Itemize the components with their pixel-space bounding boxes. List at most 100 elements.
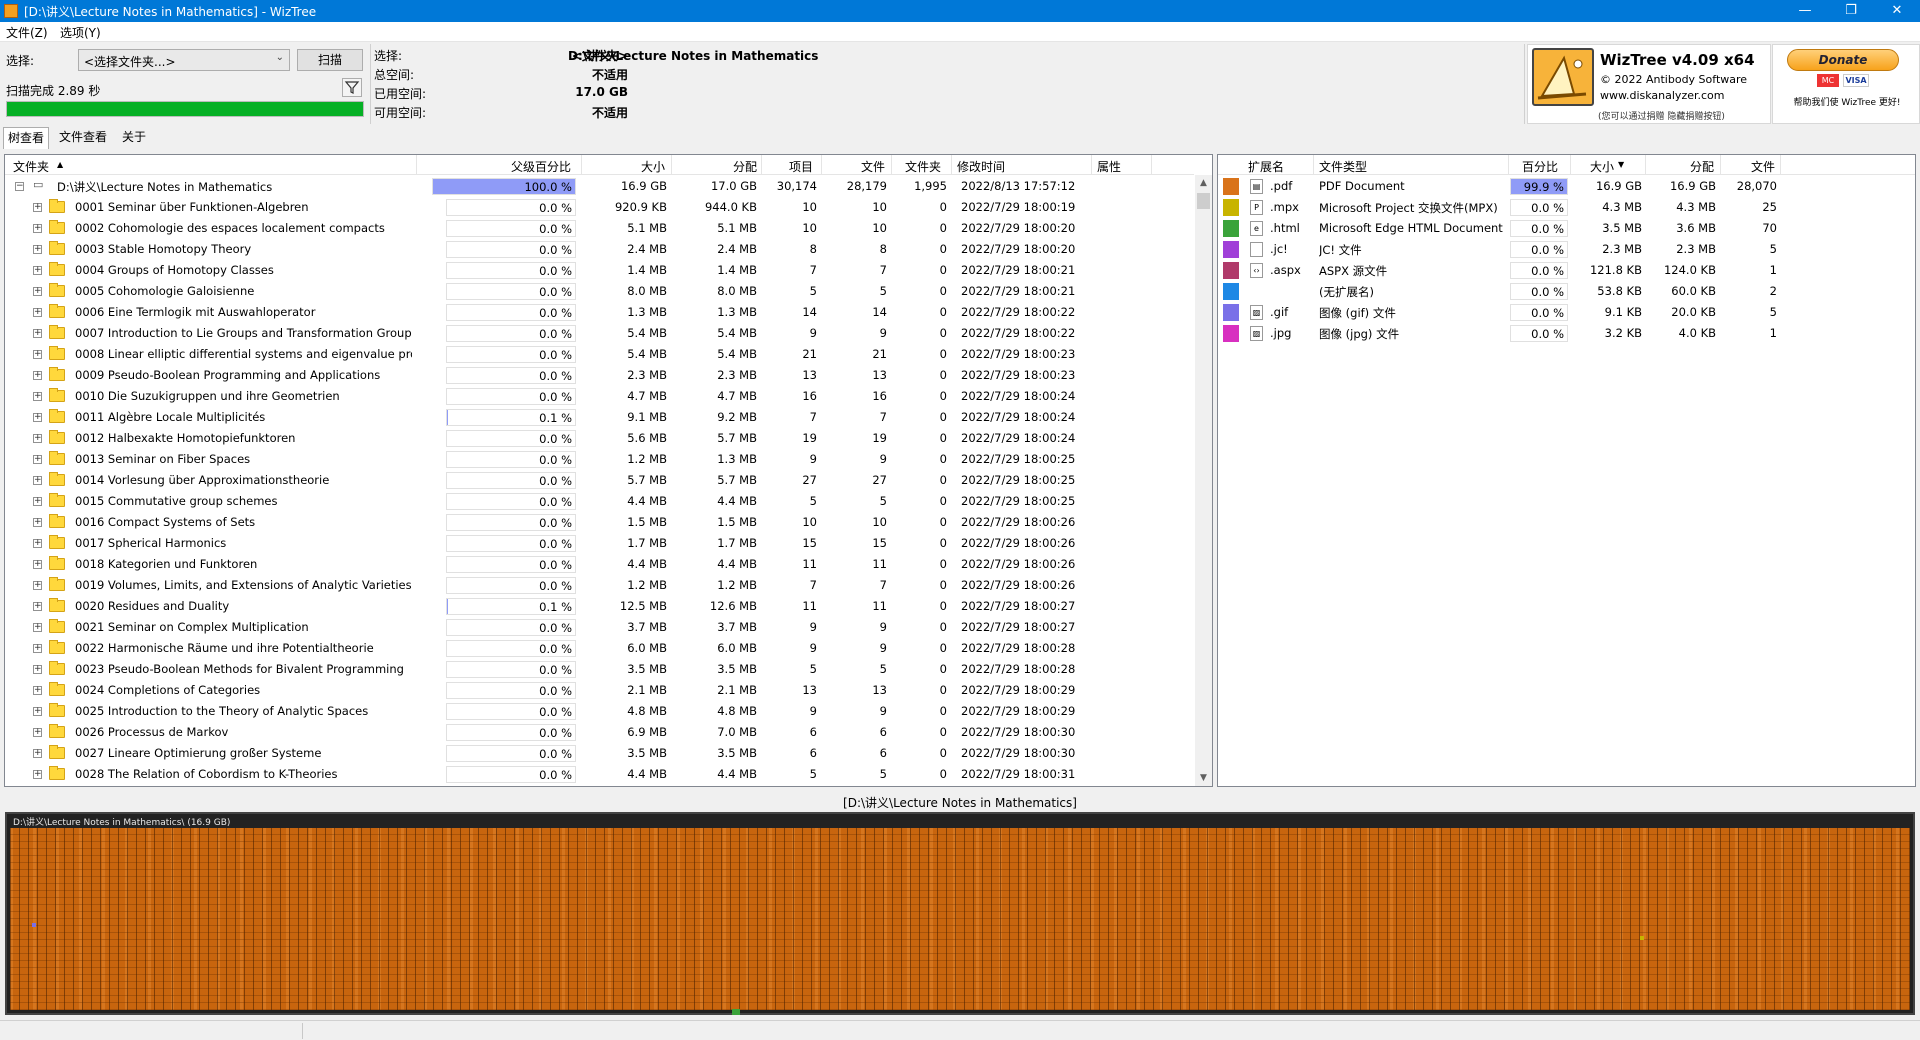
table-row[interactable]: +0002 Cohomologie des espaces localement… [5, 218, 1194, 239]
table-row[interactable]: +0005 Cohomologie Galoisienne 0.0 % 8.0 MB… [5, 281, 1194, 302]
expand-icon[interactable]: + [33, 581, 42, 590]
scroll-up-icon[interactable]: ▲ [1195, 175, 1212, 192]
table-row[interactable]: +0012 Halbexakte Homotopiefunktoren 0.0 %… [5, 428, 1194, 449]
table-row[interactable]: +0015 Commutative group schemes 0.0 % 4.4 … [5, 491, 1194, 512]
scan-button[interactable]: 扫描 [297, 49, 363, 71]
col-parent-percent[interactable]: 父级百分比 [511, 158, 571, 175]
expand-icon[interactable]: + [33, 686, 42, 695]
tree-vertical-scrollbar[interactable]: ▲ ▼ [1195, 175, 1212, 786]
table-row[interactable]: +0020 Residues and Duality 0.1 % 12.5 MB 12… [5, 596, 1194, 617]
extension-row[interactable]: ▤ .pdf PDF Document 99.9 % 16.9 GB 16.9 GB 28,… [1218, 176, 1915, 197]
extension-row[interactable]: P .mpx Microsoft Project 交换文件(MPX) 0.0 % 4.3… [1218, 197, 1915, 218]
expand-icon[interactable]: + [33, 497, 42, 506]
expand-icon[interactable]: + [33, 245, 42, 254]
donate-button[interactable]: Donate [1787, 49, 1899, 71]
expand-icon[interactable]: + [33, 455, 42, 464]
extension-row[interactable]: .jc! JC! 文件 0.0 % 2.3 MB 2.3 MB 5 [1218, 239, 1915, 260]
treemap-blocks[interactable] [10, 828, 1910, 1015]
expand-icon[interactable]: + [33, 770, 42, 779]
tree-root-row[interactable]: − ▭ D:\讲义\Lecture Notes in Mathematics 100.… [5, 176, 1194, 197]
expand-icon[interactable]: + [33, 707, 42, 716]
table-row[interactable]: +0010 Die Suzukigruppen und ihre Geometr… [5, 386, 1194, 407]
col-allocated[interactable]: 分配 [733, 158, 757, 175]
extension-row[interactable]: ▨ .gif 图像 (gif) 文件 0.0 % 9.1 KB 20.0 KB 5 [1218, 302, 1915, 323]
table-row[interactable]: +0021 Seminar on Complex Multiplication 0… [5, 617, 1194, 638]
expand-icon[interactable]: + [33, 623, 42, 632]
table-row[interactable]: +0018 Kategorien und Funktoren 0.0 % 4.4 M… [5, 554, 1194, 575]
expand-icon[interactable]: + [33, 560, 42, 569]
table-row[interactable]: +0007 Introduction to Lie Groups and Tra… [5, 323, 1194, 344]
table-row[interactable]: +0013 Seminar on Fiber Spaces 0.0 % 1.2 MB… [5, 449, 1194, 470]
filter-button[interactable] [342, 78, 362, 97]
expand-icon[interactable]: + [33, 539, 42, 548]
expand-icon[interactable]: + [33, 203, 42, 212]
expand-icon[interactable]: + [33, 413, 42, 422]
col-size[interactable]: 大小 [641, 158, 665, 175]
collapse-icon[interactable]: − [15, 182, 24, 191]
expand-icon[interactable]: + [33, 434, 42, 443]
expand-icon[interactable]: + [33, 308, 42, 317]
treemap-mpx-block[interactable] [1640, 936, 1644, 940]
table-row[interactable]: +0019 Volumes, Limits, and Extensions of… [5, 575, 1194, 596]
table-row[interactable]: +0024 Completions of Categories 0.0 % 2.1 … [5, 680, 1194, 701]
expand-icon[interactable]: + [33, 518, 42, 527]
table-row[interactable]: +0008 Linear elliptic differential syste… [5, 344, 1194, 365]
table-row[interactable]: +0011 Algèbre Locale Multiplicités 0.1 % 9… [5, 407, 1194, 428]
maximize-button[interactable]: ❐ [1828, 0, 1874, 22]
col-ext-size[interactable]: 大小 [1590, 158, 1614, 175]
expand-icon[interactable]: + [33, 266, 42, 275]
tab-about[interactable]: 关于 [118, 127, 150, 149]
expand-icon[interactable]: + [33, 392, 42, 401]
table-row[interactable]: +0026 Processus de Markov 0.0 % 6.9 MB 7.0 … [5, 722, 1194, 743]
expand-icon[interactable]: + [33, 749, 42, 758]
expand-icon[interactable]: + [33, 329, 42, 338]
treemap-view[interactable]: D:\讲义\Lecture Notes in Mathematics\ (16.… [5, 812, 1915, 1015]
expand-icon[interactable]: + [33, 371, 42, 380]
col-ext-files[interactable]: 文件 [1751, 158, 1775, 175]
table-row[interactable]: +0016 Compact Systems of Sets 0.0 % 1.5 MB… [5, 512, 1194, 533]
brand-site-link[interactable]: www.diskanalyzer.com [1600, 89, 1725, 102]
table-row[interactable]: +0014 Vorlesung über Approximationstheor… [5, 470, 1194, 491]
expand-icon[interactable]: + [33, 644, 42, 653]
table-row[interactable]: +0003 Stable Homotopy Theory 0.0 % 2.4 MB 2… [5, 239, 1194, 260]
expand-icon[interactable]: + [33, 602, 42, 611]
col-folders[interactable]: 文件夹 [905, 158, 941, 175]
extension-row[interactable]: (无扩展名) 0.0 % 53.8 KB 60.0 KB 2 [1218, 281, 1915, 302]
col-extension[interactable]: 扩展名 [1248, 158, 1284, 175]
col-files[interactable]: 文件 [861, 158, 885, 175]
menu-options[interactable]: 选项(Y) [60, 24, 101, 41]
expand-icon[interactable]: + [33, 728, 42, 737]
table-row[interactable]: +0001 Seminar über Funktionen-Algebren 0.… [5, 197, 1194, 218]
minimize-button[interactable]: — [1782, 0, 1828, 22]
table-row[interactable]: +0009 Pseudo-Boolean Programming and App… [5, 365, 1194, 386]
col-folder[interactable]: 文件夹 [13, 158, 49, 175]
expand-icon[interactable]: + [33, 224, 42, 233]
table-row[interactable]: +0025 Introduction to the Theory of Anal… [5, 701, 1194, 722]
table-row[interactable]: +0023 Pseudo-Boolean Methods for Bivalen… [5, 659, 1194, 680]
col-modified[interactable]: 修改时间 [957, 158, 1005, 175]
table-row[interactable]: +0017 Spherical Harmonics 0.0 % 1.7 MB 1.7 … [5, 533, 1194, 554]
extension-row[interactable]: e .html Microsoft Edge HTML Document 0.0 % 3… [1218, 218, 1915, 239]
scroll-thumb[interactable] [1197, 193, 1210, 209]
folder-select[interactable]: <选择文件夹...> ⌄ [78, 49, 290, 71]
expand-icon[interactable]: + [33, 287, 42, 296]
expand-icon[interactable]: + [33, 350, 42, 359]
col-attributes[interactable]: 属性 [1097, 158, 1121, 175]
col-percent[interactable]: 百分比 [1522, 158, 1558, 175]
close-button[interactable]: ✕ [1874, 0, 1920, 22]
treemap-gif-block[interactable] [32, 923, 36, 927]
table-row[interactable]: +0022 Harmonische Räume und ihre Potenti… [5, 638, 1194, 659]
extension-row[interactable]: ‹› .aspx ASPX 源文件 0.0 % 121.8 KB 124.0 KB 1 [1218, 260, 1915, 281]
table-row[interactable]: +0027 Lineare Optimierung großer Systeme… [5, 743, 1194, 764]
extension-row[interactable]: ▨ .jpg 图像 (jpg) 文件 0.0 % 3.2 KB 4.0 KB 1 [1218, 323, 1915, 344]
col-ext-allocated[interactable]: 分配 [1690, 158, 1714, 175]
table-row[interactable]: +0006 Eine Termlogik mit Auswahloperator… [5, 302, 1194, 323]
tab-tree-view[interactable]: 树查看 [3, 127, 50, 149]
menu-file[interactable]: 文件(Z) [6, 24, 48, 41]
table-row[interactable]: +0004 Groups of Homotopy Classes 0.0 % 1.4… [5, 260, 1194, 281]
expand-icon[interactable]: + [33, 665, 42, 674]
tab-file-view[interactable]: 文件查看 [55, 127, 111, 149]
col-file-type[interactable]: 文件类型 [1319, 158, 1367, 175]
scroll-down-icon[interactable]: ▼ [1195, 770, 1212, 786]
table-row[interactable]: +0028 The Relation of Cobordism to K-The… [5, 764, 1194, 785]
